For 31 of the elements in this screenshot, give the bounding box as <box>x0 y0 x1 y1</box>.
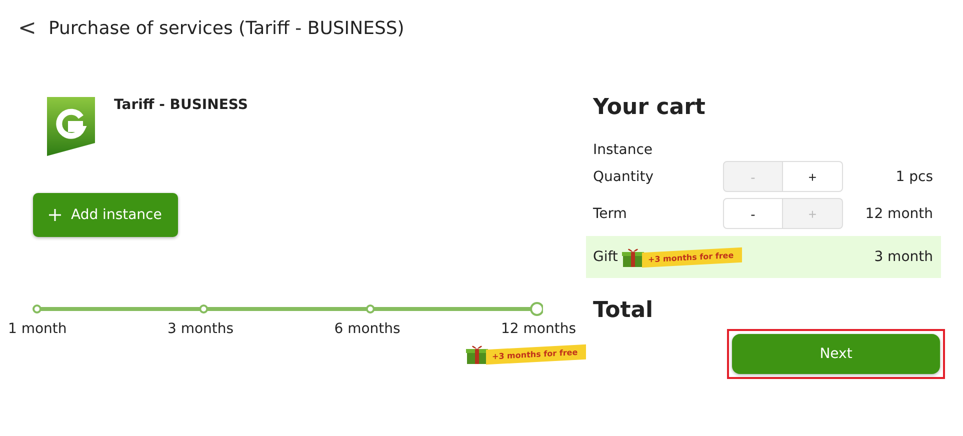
section-label: Instance <box>592 141 654 158</box>
row-value: 12 month <box>865 206 933 222</box>
total-label: Total <box>592 298 654 323</box>
next-button[interactable]: Next <box>732 334 940 374</box>
term-slider[interactable] <box>32 302 543 316</box>
cart-title: Your cart <box>592 95 706 120</box>
term-label: 3 months <box>167 321 234 337</box>
back-button[interactable]: < <box>14 16 40 41</box>
gift-icon <box>622 246 644 268</box>
add-instance-button[interactable]: Add instance <box>33 193 178 237</box>
slider-stop[interactable] <box>530 302 543 316</box>
page-title: Purchase of services (Tariff - BUSINESS) <box>48 18 404 39</box>
product-logo-icon <box>44 95 98 157</box>
term-label: 12 months <box>501 321 576 337</box>
term-label: 1 month <box>8 321 67 337</box>
row-value: 3 month <box>874 249 933 265</box>
slider-stop[interactable] <box>32 304 42 314</box>
term-label: 6 months <box>334 321 400 337</box>
gift-banner: +3 months for free <box>466 343 586 365</box>
slider-stop[interactable] <box>366 304 375 314</box>
gift-icon <box>466 343 488 365</box>
decrement-button[interactable]: - <box>723 198 783 229</box>
product-name: Tariff - BUSINESS <box>114 97 248 113</box>
row-label: Quantity <box>593 168 654 184</box>
row-label: Gift <box>593 249 618 265</box>
plus-icon <box>49 209 61 221</box>
slider-stop[interactable] <box>199 304 208 314</box>
row-label: Term <box>593 206 628 222</box>
gift-banner: +3 months for free <box>622 246 742 268</box>
increment-button[interactable]: + <box>783 161 843 192</box>
row-value: 1 pcs <box>896 168 933 184</box>
